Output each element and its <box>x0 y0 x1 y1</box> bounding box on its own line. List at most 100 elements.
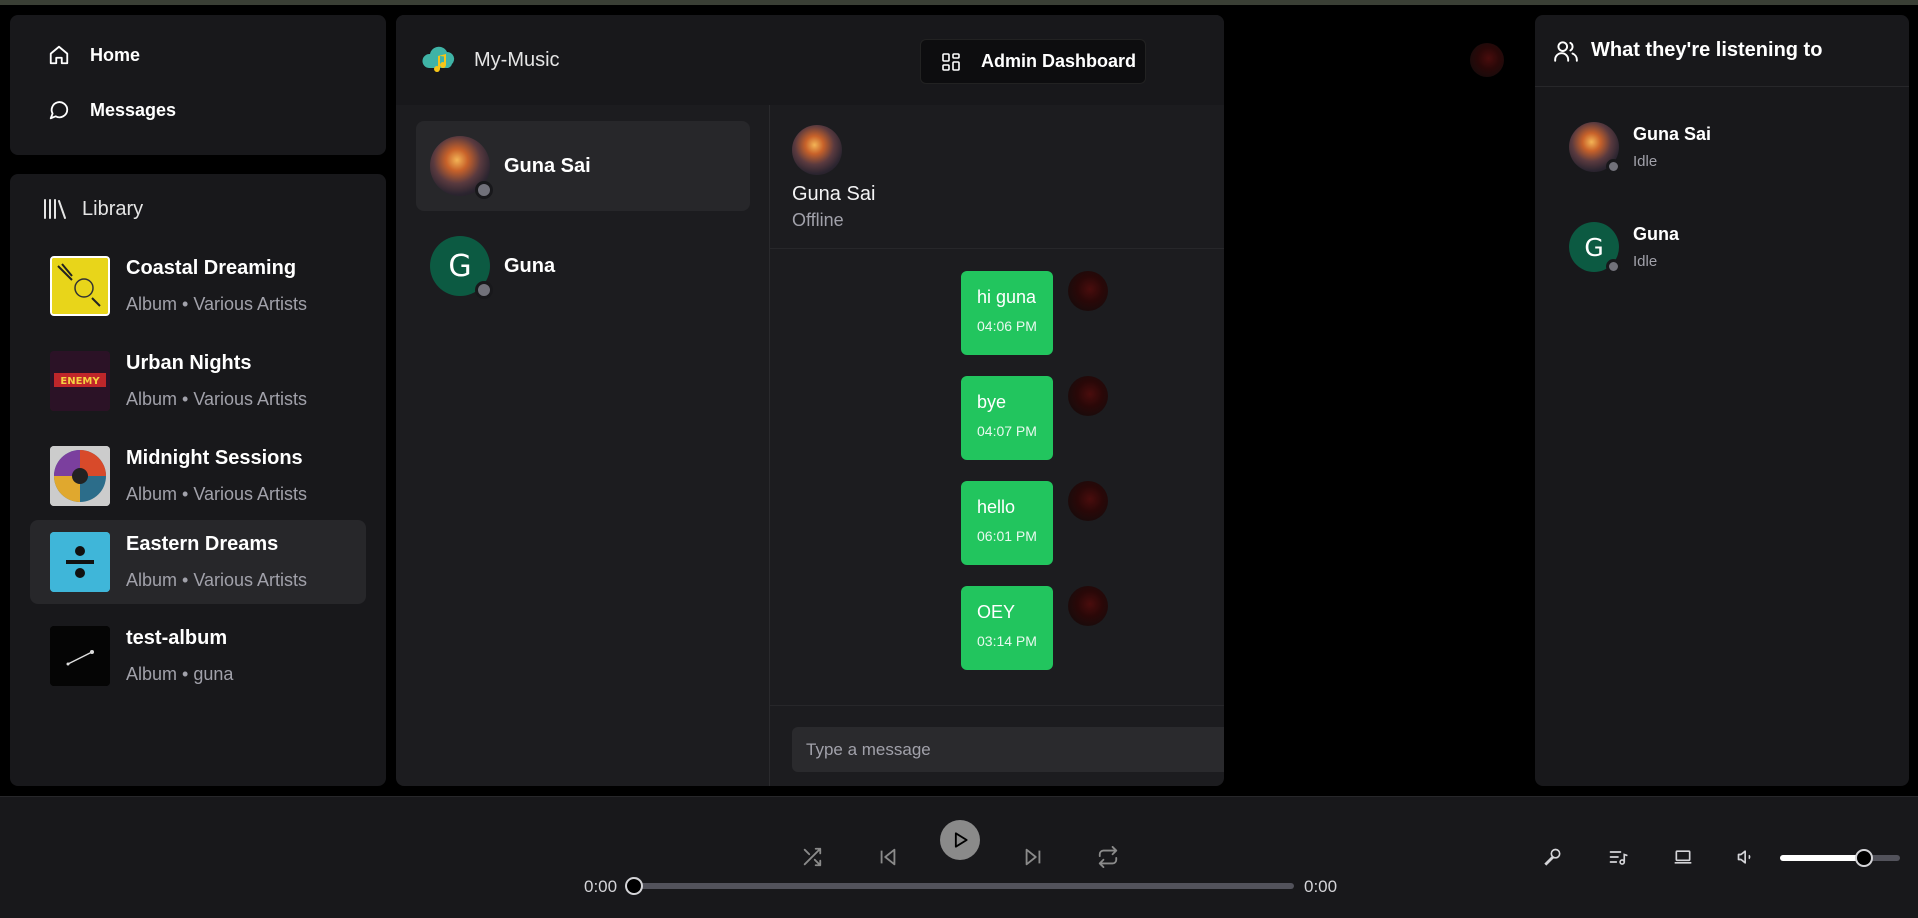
album-subtitle: Album • Various Artists <box>126 389 308 409</box>
conversation-name: Guna Sai <box>504 154 591 177</box>
library-header[interactable]: Library <box>10 182 386 236</box>
status-dot <box>475 281 493 299</box>
repeat-icon <box>1098 846 1118 868</box>
svg-text:ENEMY: ENEMY <box>60 376 100 387</box>
library-title: Library <box>82 197 144 220</box>
status-dot <box>1606 159 1621 174</box>
shuffle-button[interactable] <box>794 839 830 875</box>
previous-button[interactable] <box>870 839 906 875</box>
status-dot <box>1606 259 1621 274</box>
album-subtitle: Album • Various Artists <box>126 570 308 590</box>
current-time: 0:00 <box>584 877 618 896</box>
device-button[interactable] <box>1668 842 1698 872</box>
message-time: 04:06 PM <box>977 318 1037 334</box>
album-title: test-album <box>126 627 228 649</box>
brand[interactable]: My-Music <box>420 40 560 80</box>
message-text: bye <box>977 392 1007 412</box>
album-title: Eastern Dreams <box>126 533 279 555</box>
playback-bar: 0:00 0:00 <box>0 796 1918 918</box>
friend-item[interactable]: G Guna Idle <box>1569 222 1680 274</box>
chat-user-name: Guna Sai <box>792 183 876 205</box>
message-avatar <box>1068 481 1108 521</box>
friend-avatar <box>1569 122 1621 174</box>
album-title: Coastal Dreaming <box>126 257 297 279</box>
nav-home-label: Home <box>90 44 141 65</box>
cloud-music-logo-icon <box>422 46 455 73</box>
message-circle-icon <box>49 101 69 120</box>
friend-status: Idle <box>1633 253 1658 270</box>
app-name: My-Music <box>474 48 560 71</box>
message-avatar <box>1068 586 1108 626</box>
profile-avatar[interactable] <box>1470 43 1504 77</box>
nav-messages[interactable]: Messages <box>48 98 348 122</box>
users-icon <box>1554 40 1578 62</box>
album-cover <box>50 446 110 506</box>
friends-activity-panel: What they're listening to Guna Sai Idle … <box>1535 15 1909 786</box>
repeat-button[interactable] <box>1090 839 1126 875</box>
lyrics-button[interactable] <box>1538 842 1568 872</box>
library-panel: Library Coastal Dreaming Album • Various… <box>10 174 386 786</box>
progress-knob[interactable] <box>625 877 643 895</box>
album-subtitle: Album • Various Artists <box>126 484 308 504</box>
chat-panel: My-Music Admin Dashboard Guna Sai G Guna… <box>396 15 1224 786</box>
message-text: hello <box>977 497 1016 517</box>
message-time: 04:07 PM <box>977 423 1037 439</box>
album-item-test-album[interactable]: test-album Album • guna <box>30 614 366 698</box>
skip-forward-icon <box>1025 848 1041 866</box>
queue-button[interactable] <box>1603 842 1633 872</box>
play-icon <box>954 832 968 848</box>
chat-user-status: Offline <box>792 210 844 230</box>
nav-messages-label: Messages <box>90 99 177 120</box>
message-bubble: hi guna 04:06 PM <box>961 271 1053 355</box>
message-text: OEY <box>977 602 1016 622</box>
conversation-item[interactable]: Guna Sai <box>416 121 750 211</box>
user-avatar: G <box>430 236 493 299</box>
duration: 0:00 <box>1304 877 1338 896</box>
album-item-eastern-dreams[interactable]: Eastern Dreams Album • Various Artists <box>30 520 366 604</box>
volume-knob[interactable] <box>1855 849 1873 867</box>
dashboard-grid-icon <box>942 52 960 71</box>
message-bubble: hello 06:01 PM <box>961 481 1053 565</box>
conversation-item[interactable]: G Guna <box>416 221 750 311</box>
album-item-urban-nights[interactable]: ENEMY Urban Nights Album • Various Artis… <box>30 339 366 423</box>
volume-level <box>1780 855 1864 861</box>
album-item-coastal-dreaming[interactable]: Coastal Dreaming Album • Various Artists <box>30 244 366 328</box>
top-bar: My-Music Admin Dashboard <box>396 15 1224 105</box>
album-cover <box>50 532 110 592</box>
status-dot <box>475 181 493 199</box>
friend-item[interactable]: Guna Sai Idle <box>1569 122 1712 174</box>
next-button[interactable] <box>1015 839 1051 875</box>
home-icon <box>49 45 69 65</box>
play-button[interactable] <box>940 820 980 860</box>
window-top-strip <box>0 0 1918 5</box>
sidebar-nav: Home Messages <box>10 15 386 155</box>
chat-header: Guna Sai Offline <box>770 105 1224 249</box>
library-icon <box>44 199 66 219</box>
friend-name: Guna Sai <box>1633 124 1712 144</box>
volume-slider[interactable] <box>1780 849 1900 867</box>
conversation-list: Guna Sai G Guna <box>396 105 770 786</box>
nav-home[interactable]: Home <box>48 43 348 67</box>
admin-dashboard-label: Admin Dashboard <box>981 51 1137 71</box>
friend-name: Guna <box>1633 224 1680 244</box>
message-text: hi guna <box>977 287 1037 307</box>
chat-user-avatar <box>792 125 842 175</box>
conversation-name: Guna <box>504 254 556 277</box>
volume-button[interactable] <box>1731 842 1761 872</box>
album-title: Midnight Sessions <box>126 447 303 469</box>
friends-activity-header: What they're listening to <box>1535 15 1909 87</box>
admin-dashboard-button[interactable]: Admin Dashboard <box>920 39 1146 84</box>
shuffle-icon <box>803 847 822 867</box>
progress-bar[interactable] <box>625 877 1294 895</box>
playlist-icon <box>1609 851 1628 865</box>
message-avatar <box>1068 271 1108 311</box>
album-cover <box>50 626 110 686</box>
message-time: 03:14 PM <box>977 633 1037 649</box>
friend-status: Idle <box>1633 153 1658 170</box>
message-bubble: bye 04:07 PM <box>961 376 1053 460</box>
album-title: Urban Nights <box>126 352 252 374</box>
message-input[interactable] <box>792 727 1224 772</box>
user-avatar <box>430 136 493 199</box>
message-avatar <box>1068 376 1108 416</box>
album-item-midnight-sessions[interactable]: Midnight Sessions Album • Various Artist… <box>30 434 366 518</box>
